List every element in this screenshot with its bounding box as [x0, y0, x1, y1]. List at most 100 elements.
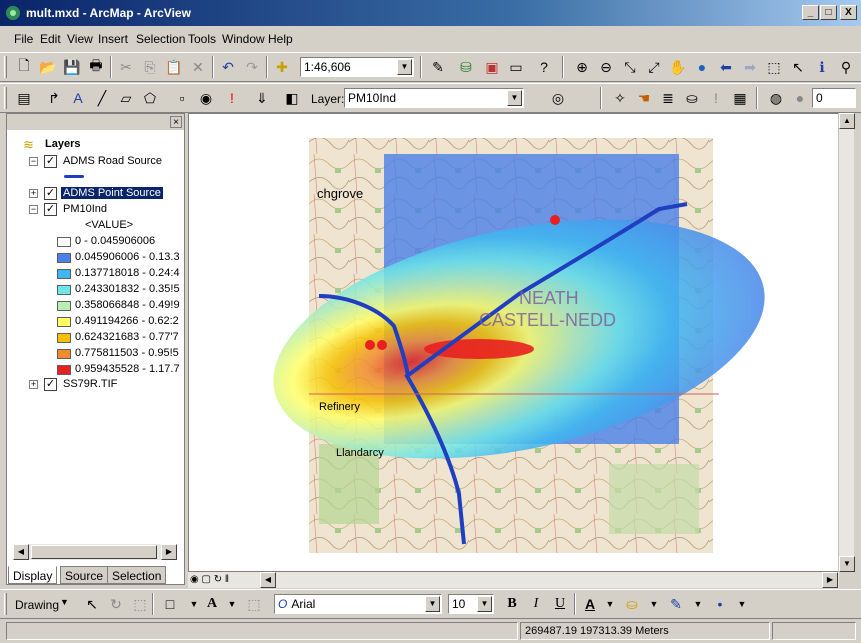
fill-color-icon[interactable]: ⛀: [622, 594, 642, 614]
menu-file[interactable]: File: [14, 32, 33, 46]
chevron-down-icon[interactable]: ▼: [184, 594, 204, 614]
toc-hscrollbar[interactable]: ◀ ▶: [13, 544, 177, 560]
layer-checkbox[interactable]: ✓: [44, 187, 57, 200]
undo-icon[interactable]: ↶: [218, 57, 238, 77]
zoom-in-icon[interactable]: ⊕: [572, 57, 592, 77]
tab-selection[interactable]: Selection: [107, 566, 167, 584]
collapse-toggle[interactable]: −: [29, 157, 38, 166]
legend-swatch[interactable]: [57, 365, 71, 375]
expand-toggle[interactable]: +: [29, 189, 38, 198]
north-arrow-icon[interactable]: ↱: [44, 88, 64, 108]
legend-swatch[interactable]: [57, 285, 71, 295]
legend-swatch[interactable]: [57, 269, 71, 279]
scroll-right-icon[interactable]: ▶: [822, 572, 838, 588]
legend-swatch[interactable]: [57, 317, 71, 327]
tab-display[interactable]: Display: [8, 566, 58, 584]
paste-icon[interactable]: 📋: [164, 57, 184, 77]
layer-checkbox[interactable]: ✓: [44, 155, 57, 168]
print-icon[interactable]: 🖶: [86, 57, 106, 77]
layer-adms-road-source[interactable]: − ✓ ADMS Road Source: [7, 154, 182, 170]
globe-icon[interactable]: ◍: [766, 88, 786, 108]
hand-icon[interactable]: ☚: [634, 88, 654, 108]
text-tool-icon[interactable]: A: [68, 88, 88, 108]
chevron-down-icon[interactable]: ▼: [644, 594, 664, 614]
layer-props-icon[interactable]: ◧: [282, 88, 302, 108]
polygon-tool-icon[interactable]: ⬠: [140, 88, 160, 108]
collapse-toggle[interactable]: −: [29, 205, 38, 214]
underline-button[interactable]: U: [550, 594, 570, 614]
close-icon[interactable]: ×: [170, 116, 182, 128]
alert-icon[interactable]: !: [222, 88, 242, 108]
chevron-down-icon[interactable]: ▼: [397, 59, 412, 75]
menu-window[interactable]: Window: [222, 32, 265, 46]
cut-icon[interactable]: ✂: [116, 57, 136, 77]
redo-icon[interactable]: ↷: [242, 57, 262, 77]
delete-icon[interactable]: ✕: [188, 57, 208, 77]
fixed-zoom-in-icon[interactable]: ⤡: [620, 57, 640, 77]
layer-combo[interactable]: PM10Ind ▼: [344, 88, 524, 108]
forward-icon[interactable]: ➡: [740, 57, 760, 77]
sphere-icon[interactable]: ●: [790, 88, 810, 108]
eye-icon[interactable]: ◉: [196, 88, 216, 108]
layer-pm10ind[interactable]: − ✓ PM10Ind: [7, 202, 182, 218]
text-draw-icon[interactable]: A: [202, 594, 222, 614]
eraser-icon[interactable]: ▫: [172, 88, 192, 108]
open-icon[interactable]: 📂: [38, 57, 58, 77]
menu-insert[interactable]: Insert: [98, 32, 128, 46]
scroll-up-icon[interactable]: ▲: [839, 113, 855, 129]
view-toggle-icons[interactable]: ◉ ▢ ↻ ‖: [190, 574, 229, 585]
bold-button[interactable]: B: [502, 594, 522, 614]
rectangle-draw-icon[interactable]: □: [160, 594, 180, 614]
legend-swatch[interactable]: [57, 301, 71, 311]
menu-help[interactable]: Help: [268, 32, 293, 46]
rectangle-tool-icon[interactable]: ▱: [116, 88, 136, 108]
zoom-out-icon[interactable]: ⊖: [596, 57, 616, 77]
chevron-down-icon[interactable]: ▼: [732, 594, 752, 614]
scale-combo[interactable]: 1:46,606 ▼: [300, 57, 414, 77]
stack-icon[interactable]: ≣: [658, 88, 678, 108]
scroll-right-icon[interactable]: ▶: [161, 544, 177, 560]
legend-swatch[interactable]: [57, 253, 71, 263]
layer-checkbox[interactable]: ✓: [44, 378, 57, 391]
identify-icon[interactable]: ℹ: [812, 57, 832, 77]
maximize-button[interactable]: □: [820, 5, 837, 20]
chevron-down-icon[interactable]: ▼: [688, 594, 708, 614]
drawing-menu[interactable]: Drawing: [15, 598, 59, 612]
callout-icon[interactable]: ⬚: [244, 594, 264, 614]
menu-selection[interactable]: Selection: [136, 32, 185, 46]
copy-icon[interactable]: ⎘: [140, 57, 160, 77]
layer-checkbox[interactable]: ✓: [44, 203, 57, 216]
back-icon[interactable]: ⬅: [716, 57, 736, 77]
close-button[interactable]: X: [840, 5, 857, 20]
save-icon[interactable]: 💾: [62, 57, 82, 77]
bucket-icon[interactable]: ⛀: [682, 88, 702, 108]
editor-icon[interactable]: ✎: [428, 57, 448, 77]
font-combo[interactable]: O Arial ▼: [274, 594, 442, 614]
minimize-button[interactable]: _: [802, 5, 819, 20]
chevron-down-icon[interactable]: ▼: [477, 596, 492, 612]
italic-button[interactable]: I: [526, 594, 546, 614]
line-color-icon[interactable]: ✎: [666, 594, 686, 614]
map-vscrollbar[interactable]: ▲ ▼: [838, 113, 855, 572]
menu-view[interactable]: View: [67, 32, 93, 46]
info-icon[interactable]: !: [706, 88, 726, 108]
layer-adms-point-source[interactable]: + ✓ ADMS Point Source: [7, 186, 182, 202]
fixed-zoom-out-icon[interactable]: ⤢: [644, 57, 664, 77]
font-size-combo[interactable]: 10 ▼: [448, 594, 494, 614]
chevron-down-icon[interactable]: ▼: [222, 594, 242, 614]
map-view[interactable]: NEATH CASTELL-NEDD chgrove Llandarcy Ref…: [188, 113, 839, 572]
legend-swatch[interactable]: [57, 349, 71, 359]
scroll-down-icon[interactable]: ▼: [839, 556, 855, 572]
select-features-icon[interactable]: ⬚: [764, 57, 784, 77]
chevron-down-icon[interactable]: ▼: [507, 90, 522, 106]
select-arrow-icon[interactable]: ↖: [82, 594, 102, 614]
scroll-thumb[interactable]: [31, 545, 157, 559]
menu-edit[interactable]: Edit: [40, 32, 61, 46]
layer-ss79r-tif[interactable]: + ✓ SS79R.TIF: [7, 377, 182, 393]
tab-source[interactable]: Source: [60, 566, 109, 584]
grid-icon[interactable]: ▦: [730, 88, 750, 108]
font-color-icon[interactable]: A: [580, 594, 600, 614]
toolbox-icon[interactable]: ▣: [482, 57, 502, 77]
add-data-icon[interactable]: ✚: [272, 57, 292, 77]
legend-swatch[interactable]: [57, 237, 71, 247]
